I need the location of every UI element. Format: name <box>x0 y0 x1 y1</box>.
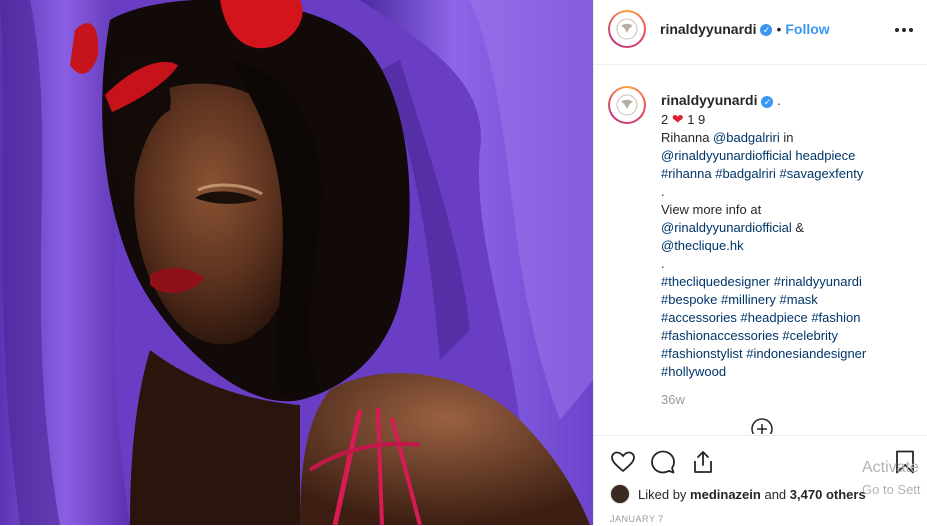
post-date: JANUARY 7 <box>610 514 664 524</box>
red-heart-emoji-icon: ❤ <box>671 111 684 127</box>
verified-badge-icon: ✓ <box>760 24 773 37</box>
caption-line[interactable]: @rinaldyyunardiofficial headpiece <box>661 147 916 165</box>
caption-avatar[interactable] <box>608 86 646 124</box>
liked-by-text: and <box>764 486 787 502</box>
hashtag-line[interactable]: #accessories #headpiece #fashion <box>661 309 916 327</box>
comment-icon[interactable] <box>650 449 676 475</box>
more-options-icon[interactable] <box>894 20 914 40</box>
author-username[interactable]: rinaldyyunardi <box>660 21 756 37</box>
liked-by-row: Liked by medinazein and 3,470 others <box>610 484 866 504</box>
load-more-comments-button[interactable] <box>751 418 773 434</box>
caption-text: Rihanna <box>661 130 714 145</box>
post-photo[interactable] <box>0 0 593 525</box>
logo-icon <box>616 94 638 116</box>
liker-username[interactable]: medinazein <box>690 487 761 502</box>
mention-link[interactable]: @rinaldyyunardiofficial <box>661 220 792 235</box>
caption-text: 2 <box>661 112 669 127</box>
caption: rinaldyyunardi ✓ . 2 ❤ 1 9 Rihanna @badga… <box>661 91 916 381</box>
caption-line: 2 ❤ 1 9 <box>661 110 916 129</box>
time-ago: 36w <box>661 392 685 407</box>
post-panel: rinaldyyunardi ✓ • Follow rinaldyyunardi ✓ .… <box>593 0 927 525</box>
separator-dot: • <box>776 21 782 37</box>
logo-icon <box>616 18 638 40</box>
caption-username[interactable]: rinaldyyunardi <box>661 92 757 108</box>
watermark-line: Activate <box>862 459 919 476</box>
watermark-line: Go to Sett <box>862 482 921 497</box>
hashtag-line[interactable]: #fashionstylist #indonesiandesigner <box>661 345 916 363</box>
hashtag-line[interactable]: #thecliquedesigner #rinaldyyunardi <box>661 273 916 291</box>
mention-link[interactable]: @theclique.hk <box>661 237 916 255</box>
heart-outline-icon[interactable] <box>610 449 636 475</box>
author-avatar[interactable] <box>608 10 646 48</box>
caption-text: in <box>779 130 794 145</box>
hashtag-line[interactable]: #rihanna #badgalriri #savagexfenty <box>661 165 916 183</box>
caption-line: View more info at <box>661 202 762 217</box>
caption-line: Rihanna @badgalriri in <box>661 129 916 147</box>
post-header: rinaldyyunardi ✓ • Follow <box>594 0 927 65</box>
caption-text: 1 9 <box>687 112 706 127</box>
verified-badge-icon: ✓ <box>761 95 774 108</box>
hashtag-line[interactable]: #hollywood <box>661 363 916 381</box>
caption-trailing: . <box>777 93 781 108</box>
liker-avatar[interactable] <box>610 484 630 504</box>
caption-line: @rinaldyyunardiofficial & <box>661 219 916 237</box>
photo-artwork <box>0 0 593 525</box>
share-icon[interactable] <box>690 449 716 475</box>
plus-circle-icon <box>751 418 773 434</box>
follow-button[interactable]: Follow <box>785 21 829 37</box>
caption-line: . <box>661 184 665 199</box>
hashtag-line[interactable]: #bespoke #millinery #mask <box>661 291 916 309</box>
caption-line: . <box>661 256 665 271</box>
caption-text: & <box>791 220 805 235</box>
likes-count-button[interactable]: 3,470 others <box>790 487 866 502</box>
hashtag-line[interactable]: #fashionaccessories #celebrity <box>661 327 916 345</box>
mention-link[interactable]: @badgalriri <box>713 130 780 145</box>
liked-by-text: Liked by <box>638 486 687 502</box>
header-user-line: rinaldyyunardi ✓ • Follow <box>660 21 830 37</box>
activation-watermark: Activate Go to Sett <box>862 457 921 501</box>
caption-author-row: rinaldyyunardi ✓ . <box>661 91 916 110</box>
